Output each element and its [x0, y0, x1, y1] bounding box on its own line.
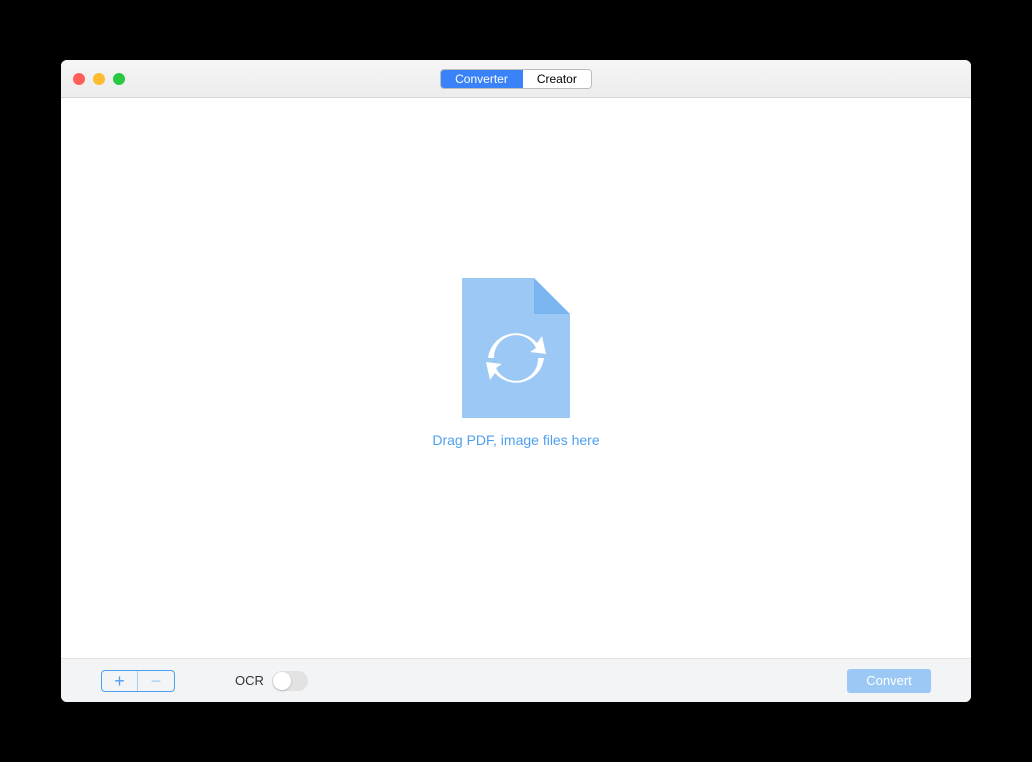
close-window-button[interactable] — [73, 73, 85, 85]
minimize-window-button[interactable] — [93, 73, 105, 85]
window-controls — [73, 73, 125, 85]
titlebar: Converter Creator — [61, 60, 971, 98]
mode-tabs: Converter Creator — [440, 69, 592, 89]
app-window: Converter Creator Drag PDF, image files … — [61, 60, 971, 702]
add-file-button[interactable]: + — [102, 671, 138, 691]
ocr-group: OCR — [235, 671, 308, 691]
ocr-toggle[interactable] — [272, 671, 308, 691]
drop-zone-text: Drag PDF, image files here — [432, 432, 599, 448]
remove-file-button[interactable]: − — [138, 671, 174, 691]
ocr-label: OCR — [235, 673, 264, 688]
tab-converter[interactable]: Converter — [441, 70, 523, 88]
convert-button[interactable]: Convert — [847, 669, 931, 693]
main-content: Drag PDF, image files here — [61, 98, 971, 658]
file-convert-icon — [462, 278, 570, 418]
drop-zone[interactable]: Drag PDF, image files here — [432, 278, 599, 448]
footer-toolbar: + − OCR Convert — [61, 658, 971, 702]
fullscreen-window-button[interactable] — [113, 73, 125, 85]
add-remove-group: + − — [101, 670, 175, 692]
toggle-knob — [273, 672, 291, 690]
tab-creator[interactable]: Creator — [523, 70, 591, 88]
